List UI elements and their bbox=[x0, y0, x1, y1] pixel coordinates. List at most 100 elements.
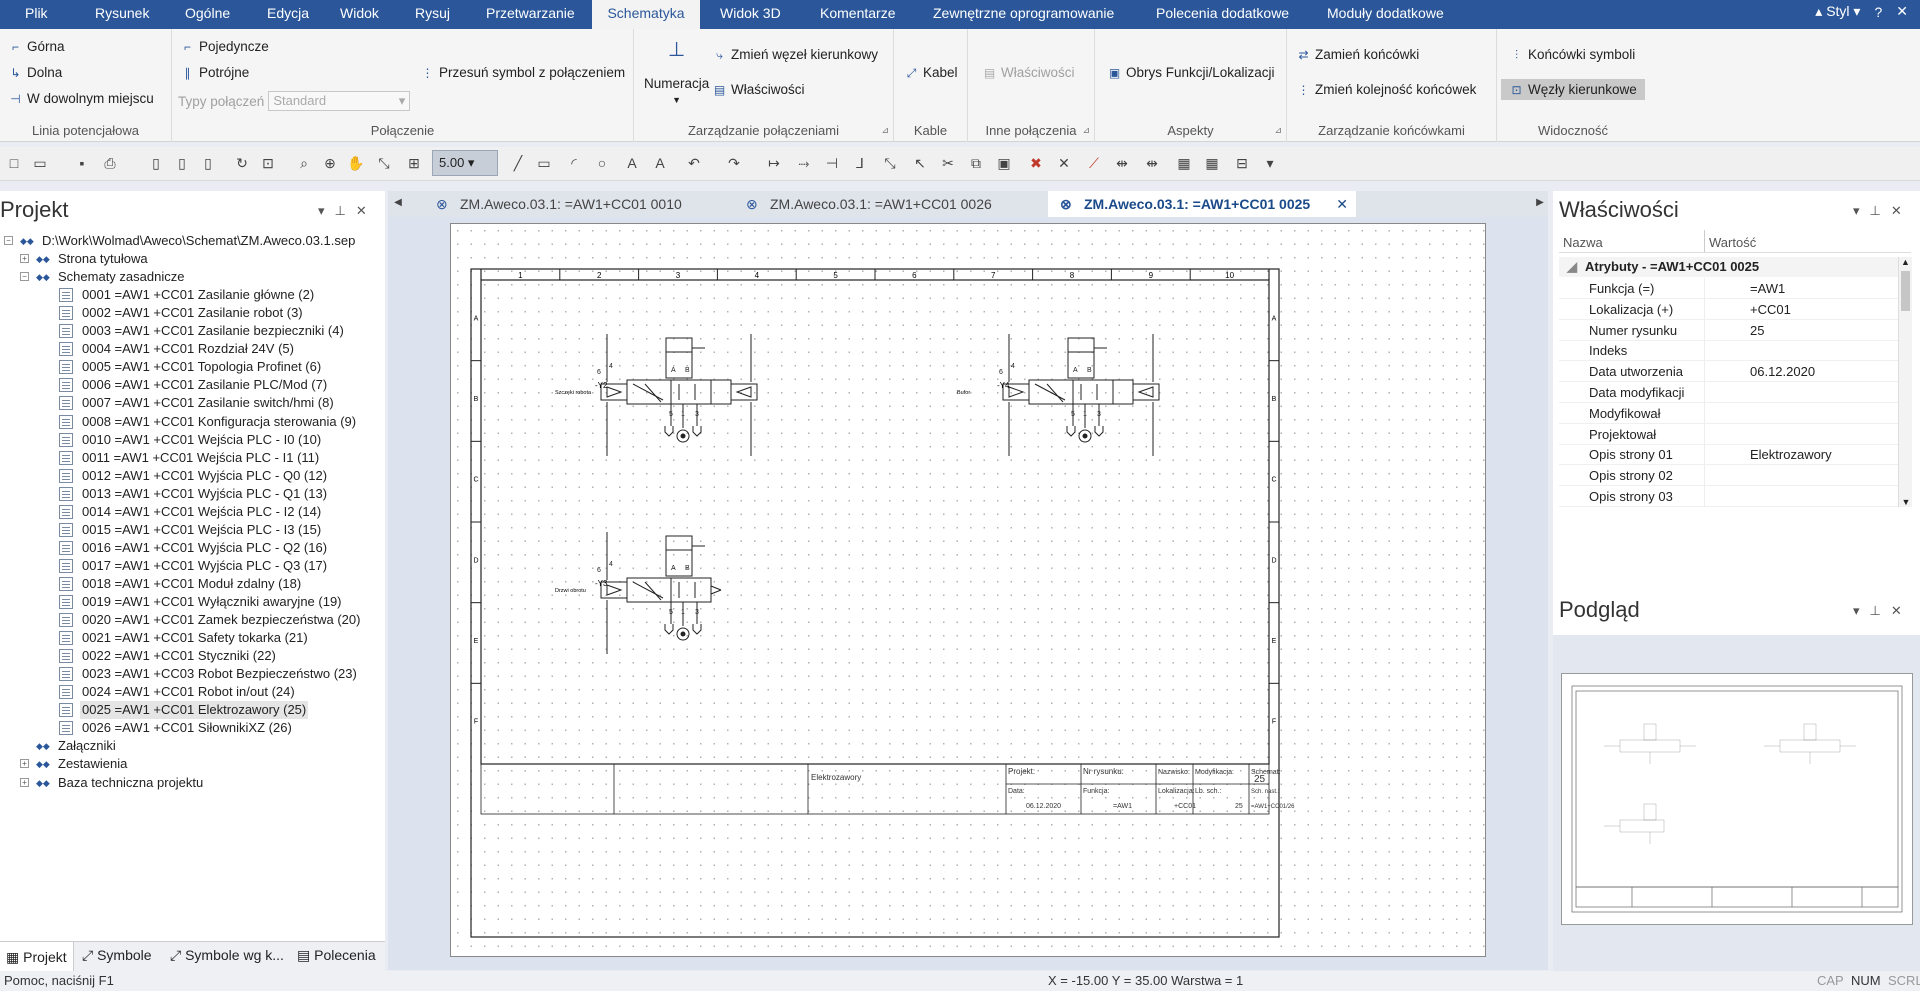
menu-schematyka[interactable]: Schematyka bbox=[592, 0, 700, 29]
grid-icon[interactable]: ⊞ bbox=[404, 153, 424, 173]
inne-wlasciwosci-button[interactable]: ▤ Właściwości bbox=[982, 65, 1075, 80]
zmien-kolejnosc-button[interactable]: ⋮ Zmień kolejność końcówek bbox=[1296, 82, 1477, 97]
expand-icon[interactable]: + bbox=[20, 777, 29, 787]
zmien-wezel-button[interactable]: ⤷ Zmień węzeł kierunkowy bbox=[712, 47, 878, 62]
potrojne-button[interactable]: ∥ Potrójne bbox=[180, 65, 250, 80]
valve-y4[interactable]: A B 5 1 3 4 6 -Y4 Bufor bbox=[957, 334, 1160, 456]
property-row[interactable]: Indeks bbox=[1559, 340, 1904, 362]
tab-symbole-wg-k[interactable]: ⤢ Symbole wg k... bbox=[170, 947, 284, 964]
break-icon[interactable]: ⟋ bbox=[1084, 153, 1104, 173]
dowolne-miejsce-button[interactable]: ⊣ W dowolnym miejscu bbox=[8, 91, 154, 106]
launcher-icon[interactable]: ⊿ bbox=[1082, 125, 1090, 136]
text-style-icon[interactable]: A bbox=[650, 153, 670, 173]
kabel-button[interactable]: ⤢ Kabel bbox=[904, 65, 958, 80]
menu-rysuj[interactable]: Rysuj bbox=[415, 0, 450, 29]
style-menu[interactable]: ▴ Styl ▾ bbox=[1815, 3, 1860, 20]
numeracja-button[interactable]: ⊥ Numeracja ▼ bbox=[644, 37, 709, 105]
drawing-sheet[interactable]: 1 2 3 4 5 6 7 8 9 10 A A B B C C D D E E F F A B 5 1 3 4 6 -Y2 Szczę… bbox=[450, 223, 1486, 957]
menu-polecenia-dodatkowe[interactable]: Polecenia dodatkowe bbox=[1156, 0, 1289, 29]
wire-icon[interactable]: ↦ bbox=[764, 153, 784, 173]
copy-icon[interactable]: ⧉ bbox=[966, 153, 986, 173]
menu-zewnetrzne[interactable]: Zewnętrzne oprogramowanie bbox=[933, 0, 1114, 29]
doc-tab-0025[interactable]: ⊗ ZM.Aweco.03.1: =AW1+CC01 0025 ✕ bbox=[1048, 191, 1356, 217]
schematic-drawing[interactable]: 1 2 3 4 5 6 7 8 9 10 A A B B C C D D E E F F A B 5 1 3 4 6 -Y2Szczę… bbox=[451, 224, 1487, 958]
delete-icon[interactable]: ✖ bbox=[1026, 153, 1046, 173]
obrys-button[interactable]: ▣ Obrys Funkcji/Lokalizacji bbox=[1107, 65, 1275, 80]
scroll-right-icon[interactable]: ▶ bbox=[1530, 193, 1550, 213]
koncowki-symboli-button[interactable]: ⫶ Końcówki symboli bbox=[1509, 47, 1635, 62]
collapse-icon[interactable]: − bbox=[4, 236, 13, 245]
close-icon[interactable]: ✕ bbox=[1896, 3, 1908, 20]
property-row[interactable]: Data utworzenia 06.12.2020 bbox=[1559, 361, 1904, 383]
menu-komentarze[interactable]: Komentarze bbox=[820, 0, 895, 29]
menu-przetwarzanie[interactable]: Przetwarzanie bbox=[486, 0, 575, 29]
property-row[interactable]: Modyfikował bbox=[1559, 402, 1904, 424]
zoom-in-icon[interactable]: ⊕ bbox=[320, 153, 340, 173]
launcher-icon[interactable]: ⊿ bbox=[881, 125, 889, 136]
launcher-icon[interactable]: ⊿ bbox=[1274, 125, 1282, 136]
typy-polaczen[interactable]: Typy połączeń Standard bbox=[178, 91, 411, 111]
property-value[interactable]: Elektrozawory bbox=[1750, 444, 1832, 465]
panel-controls[interactable]: ▾⊥✕ bbox=[1853, 203, 1912, 219]
drawing-canvas[interactable]: 1 2 3 4 5 6 7 8 9 10 A A B B C C D D E E F F A B 5 1 3 4 6 -Y2 Szczę… bbox=[388, 217, 1548, 970]
panel-controls[interactable]: ▾⊥✕ bbox=[1853, 603, 1912, 619]
menu-edycja[interactable]: Edycja bbox=[267, 0, 309, 29]
new-icon[interactable]: □ bbox=[4, 153, 24, 173]
menu-plik[interactable]: Plik bbox=[25, 0, 48, 29]
tab-projekt[interactable]: ▦ Projekt bbox=[0, 942, 74, 972]
pan-icon[interactable]: ✋ bbox=[346, 153, 366, 173]
line-icon[interactable]: ╱ bbox=[508, 153, 528, 173]
zoom-fit-icon[interactable]: ⊡ bbox=[258, 153, 278, 173]
attributes-group[interactable]: ◢ Atrybuty - =AW1+CC01 0025 bbox=[1559, 257, 1904, 277]
property-row[interactable]: Numer rysunku 25 bbox=[1559, 319, 1904, 341]
pages-icon[interactable]: ▯ bbox=[172, 153, 192, 173]
menu-ogolne[interactable]: Ogólne bbox=[185, 0, 230, 29]
help-icon[interactable]: ? bbox=[1874, 4, 1882, 20]
arc-icon[interactable]: ◜ bbox=[564, 153, 584, 173]
property-row[interactable]: Opis strony 02 bbox=[1559, 465, 1904, 487]
paste-icon[interactable]: ▣ bbox=[994, 153, 1014, 173]
tab-symbole[interactable]: ⤢ Symbole bbox=[82, 947, 152, 964]
cut-icon[interactable]: ✂ bbox=[938, 153, 958, 173]
export-icon[interactable]: ▯ bbox=[198, 153, 218, 173]
scroll-thumb[interactable] bbox=[1901, 271, 1910, 311]
wire3-icon[interactable]: ⊣ bbox=[822, 153, 842, 173]
doc-tab-0010[interactable]: ⊗ ZM.Aweco.03.1: =AW1+CC01 0010 bbox=[424, 191, 734, 217]
tab-polecenia[interactable]: ▤ Polecenia bbox=[297, 947, 376, 964]
snap-icon[interactable]: ⤡ bbox=[374, 153, 394, 173]
print-icon[interactable]: ⎙ bbox=[100, 153, 120, 173]
trim-icon[interactable]: ✕ bbox=[1054, 153, 1074, 173]
dolna-button[interactable]: ↳ Dolna bbox=[8, 65, 62, 80]
pojedyncze-button[interactable]: ⌐ Pojedyncze bbox=[180, 39, 269, 54]
property-row[interactable]: Lokalizacja (+) +CC01 bbox=[1559, 298, 1904, 320]
align2-icon[interactable]: ⇹ bbox=[1142, 153, 1162, 173]
grid-size-select[interactable]: 5.00 ▾ bbox=[432, 150, 498, 176]
property-row[interactable]: Opis strony 01 Elektrozawory bbox=[1559, 444, 1904, 466]
page-icon[interactable]: ▯ bbox=[146, 153, 166, 173]
property-value[interactable]: +CC01 bbox=[1750, 299, 1791, 320]
redo-icon[interactable]: ↷ bbox=[724, 153, 744, 173]
rectangle-icon[interactable]: ▭ bbox=[534, 153, 554, 173]
typy-polaczen-select[interactable]: Standard bbox=[268, 91, 411, 111]
property-value[interactable]: 25 bbox=[1750, 320, 1764, 341]
scroll-up-icon[interactable]: ▲ bbox=[1899, 257, 1912, 267]
menu-widok[interactable]: Widok bbox=[340, 0, 379, 29]
preview-thumbnail[interactable] bbox=[1561, 673, 1913, 925]
properties-scrollbar[interactable]: ▲ ▼ bbox=[1898, 257, 1912, 507]
select-icon[interactable]: ↖ bbox=[910, 153, 930, 173]
zamien-koncowki-button[interactable]: ⇄ Zamień końcówki bbox=[1296, 47, 1419, 62]
expand-icon[interactable]: + bbox=[20, 759, 29, 769]
open-icon[interactable]: ▭ bbox=[30, 153, 50, 173]
customize-icon[interactable]: ▾ bbox=[1260, 153, 1280, 173]
collapse-icon[interactable]: − bbox=[20, 272, 29, 282]
wlasciwosci-polaczen-button[interactable]: ▤ Właściwości bbox=[712, 82, 805, 97]
scroll-left-icon[interactable]: ◀ bbox=[388, 193, 408, 213]
valve-y3[interactable]: A B 5 1 3 4 6 -Y3 Drzwi obrotu bbox=[555, 532, 722, 654]
property-row[interactable]: Funkcja (=) =AW1 bbox=[1559, 278, 1904, 299]
property-value[interactable]: 06.12.2020 bbox=[1750, 361, 1815, 382]
expand-icon[interactable]: + bbox=[20, 254, 29, 264]
menu-rysunek[interactable]: Rysunek bbox=[95, 0, 149, 29]
tree-icon[interactable]: ⊟ bbox=[1232, 153, 1252, 173]
doc-tab-0026[interactable]: ⊗ ZM.Aweco.03.1: =AW1+CC01 0026 bbox=[734, 191, 1048, 217]
text-icon[interactable]: A bbox=[622, 153, 642, 173]
